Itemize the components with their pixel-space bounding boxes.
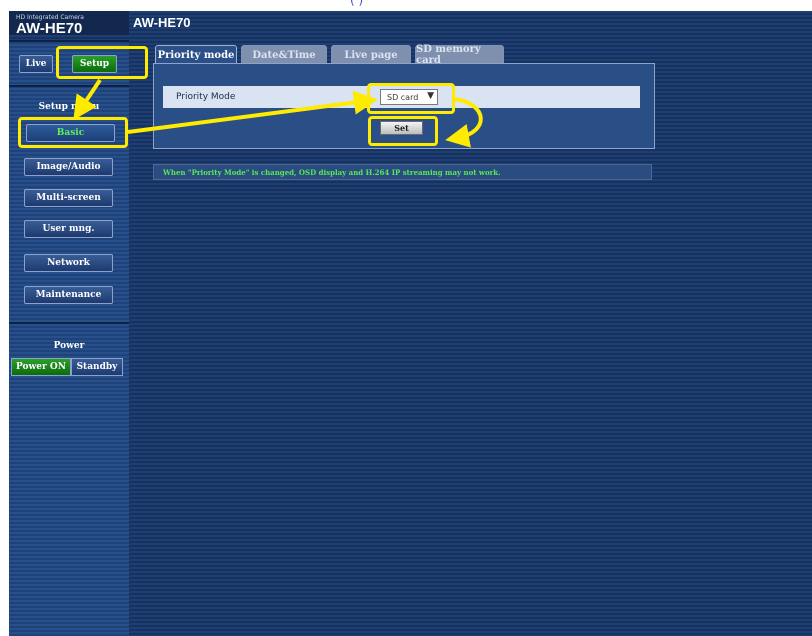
brand-model-name: AW-HE70 xyxy=(16,20,83,37)
highlight-select xyxy=(367,83,455,114)
power-label: Power xyxy=(53,341,85,351)
power-on-button[interactable]: Power ON xyxy=(11,358,71,376)
standby-button[interactable]: Standby xyxy=(71,358,123,376)
live-button[interactable]: Live xyxy=(19,55,53,73)
highlight-set xyxy=(368,116,438,146)
menu-item-maintenance[interactable]: Maintenance xyxy=(24,286,113,304)
tab-date-time[interactable]: Date&Time xyxy=(241,45,327,64)
highlight-setup xyxy=(56,46,148,79)
tab-sd-memory-card[interactable]: SD memory card xyxy=(415,44,504,66)
sidebar-divider xyxy=(9,85,129,87)
menu-item-network[interactable]: Network xyxy=(24,254,113,272)
menu-item-user-mng[interactable]: User mng. xyxy=(24,220,113,238)
tab-live-page[interactable]: Live page xyxy=(331,45,411,64)
page-title: AW-HE70 xyxy=(133,15,191,30)
sidebar-divider xyxy=(9,322,129,324)
top-caption: ( ) xyxy=(350,0,364,7)
priority-mode-label: Priority Mode xyxy=(176,92,236,102)
sidebar-divider xyxy=(9,40,129,42)
setup-menu-label: Setup menu xyxy=(38,102,100,112)
highlight-basic xyxy=(18,117,128,148)
menu-item-multi-screen[interactable]: Multi-screen xyxy=(24,189,113,207)
menu-item-image-audio[interactable]: Image/Audio xyxy=(24,158,113,176)
tab-priority-mode[interactable]: Priority mode xyxy=(155,45,237,64)
notice-message: When "Priority Mode" is changed, OSD dis… xyxy=(153,164,652,180)
brand-logo: HD Integrated Camera AW-HE70 xyxy=(9,11,129,37)
